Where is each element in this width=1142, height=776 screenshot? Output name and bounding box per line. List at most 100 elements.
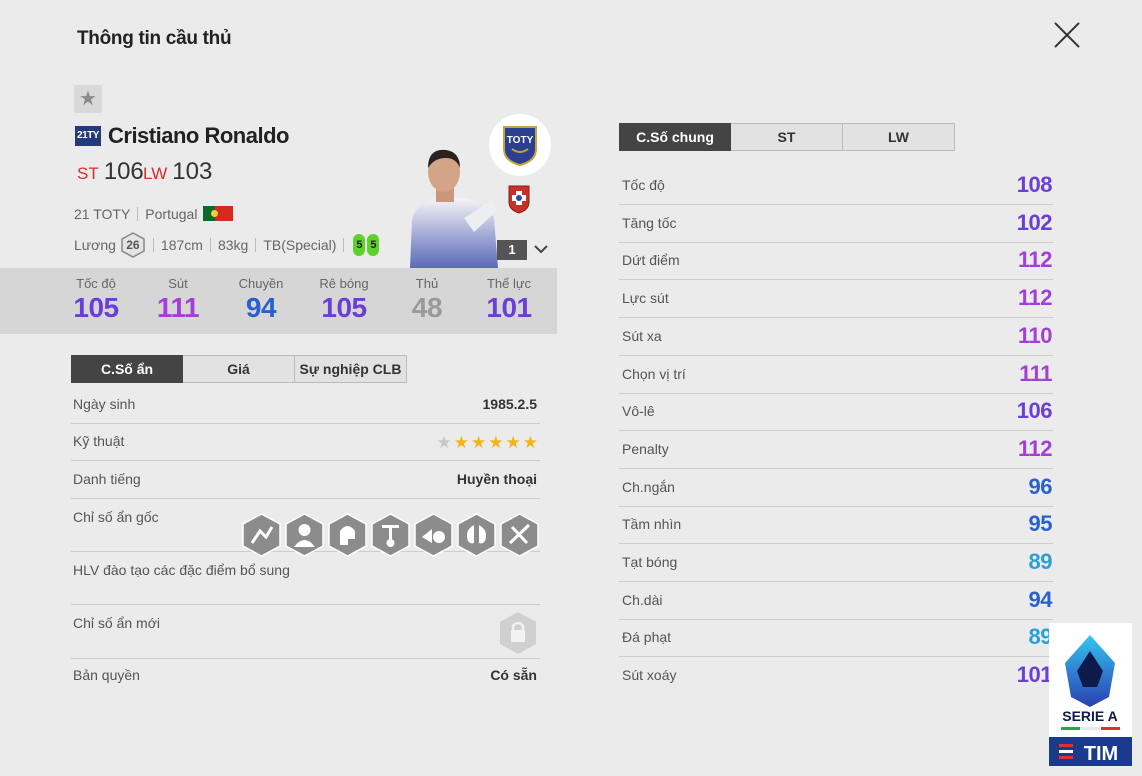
position-ovr: 103 — [172, 158, 213, 185]
detail-stat-value: 95 — [1028, 511, 1053, 536]
salary-label: Lương — [74, 237, 116, 253]
skill-label: Kỹ thuật — [73, 433, 125, 449]
star-icon: ★ — [436, 433, 452, 452]
detail-stat-value: 112 — [1018, 285, 1053, 310]
tab-price[interactable]: Giá — [183, 355, 295, 383]
portugal-federation-icon — [507, 184, 531, 214]
season-badge: 21TY — [75, 126, 101, 146]
detail-stat-row: Tốc độ 108 — [619, 167, 1053, 205]
detail-stat-value: 112 — [1018, 436, 1053, 461]
birthday-row: Ngày sinh 1985.2.5 — [71, 396, 540, 424]
tab-hidden-stats[interactable]: C.Số ẩn — [71, 355, 183, 383]
detail-stat-label: Sút xa — [622, 328, 662, 344]
svg-text:TOTY: TOTY — [507, 135, 534, 146]
fame-value: Huyền thoại — [456, 471, 537, 487]
position-label: ST — [77, 164, 99, 183]
enhance-level-badge[interactable]: 1 — [497, 240, 527, 260]
tab-position-st[interactable]: ST — [731, 123, 843, 151]
star-icon: ★ — [505, 433, 521, 452]
detail-stat-row: Tăng tốc 102 — [619, 205, 1053, 243]
birthday-value: 1985.2.5 — [482, 396, 538, 412]
flair-trait-icon[interactable] — [242, 513, 281, 557]
detail-stat-row: Tạt bóng 89 — [619, 544, 1053, 582]
traits-label: Chỉ số ẩn gốc — [73, 509, 159, 525]
tab-general-stats[interactable]: C.Số chung — [619, 123, 731, 151]
long-throw-trait-icon[interactable] — [500, 513, 539, 557]
target-man-trait-icon[interactable] — [371, 513, 410, 557]
leadership-trait-icon[interactable] — [285, 513, 324, 557]
traits-list — [242, 513, 539, 557]
player-photo — [402, 140, 502, 268]
detail-stat-value: 96 — [1028, 474, 1053, 499]
position-label: LW — [143, 164, 168, 183]
stamina-trait-icon[interactable] — [457, 513, 496, 557]
page-title: Thông tin cầu thủ — [77, 28, 232, 49]
detail-stat-label: Tạt bóng — [622, 554, 678, 570]
coach-traits-label: HLV đào tạo các đặc điểm bổ sung — [73, 562, 290, 578]
detail-stat-row: Penalty 112 — [619, 431, 1053, 469]
detail-stat-label: Lực sút — [622, 290, 669, 306]
serie-a-logo: SERIE A TIM — [1049, 623, 1132, 766]
new-traits-label: Chỉ số ẩn mới — [73, 615, 160, 631]
detail-stat-value: 112 — [1018, 247, 1053, 272]
player-name: Cristiano Ronaldo — [108, 123, 289, 148]
star-icon: ★ — [488, 433, 504, 452]
detail-stat-row: Dứt điểm 112 — [619, 242, 1053, 280]
detail-stat-label: Vô-lê — [622, 403, 655, 419]
detail-stat-label: Đá phạt — [622, 629, 672, 645]
salary-badge: 26 — [120, 232, 146, 258]
position-ovr: 106 — [103, 158, 144, 185]
favorite-star-icon[interactable]: ★ — [74, 85, 102, 113]
spartan-trait-icon[interactable] — [328, 513, 367, 557]
close-icon[interactable] — [1050, 18, 1084, 52]
toty-club-badge-icon: TOTY — [489, 114, 551, 176]
right-tab-bar: C.Số chung ST LW — [619, 123, 955, 151]
detail-stat-label: Chọn vị trí — [622, 366, 686, 382]
season-name: 21 TOTY — [74, 206, 131, 222]
detail-stat-label: Penalty — [622, 441, 669, 457]
detail-stat-value: 106 — [1016, 398, 1053, 423]
nation-name: Portugal — [145, 206, 198, 222]
star-icon: ★ — [471, 433, 487, 452]
chevron-down-icon[interactable] — [533, 241, 549, 257]
birthday-label: Ngày sinh — [73, 396, 136, 412]
summary-stat: Thủ 48 — [411, 276, 443, 323]
detail-stat-row: Chọn vị trí 111 — [619, 356, 1053, 394]
tab-position-lw[interactable]: LW — [843, 123, 955, 151]
detail-stat-label: Tốc độ — [622, 177, 665, 193]
detail-stat-value: 110 — [1018, 323, 1053, 348]
detail-stat-label: Tăng tốc — [622, 215, 677, 231]
new-traits-row: Chỉ số ẩn mới — [71, 612, 540, 659]
rights-row: Bản quyền Có sẵn — [71, 667, 540, 693]
detail-stat-label: Sút xoáy — [622, 667, 677, 683]
star-icon: ★ — [522, 433, 538, 452]
detail-stat-row: Vô-lê 106 — [619, 393, 1053, 431]
tab-club-career[interactable]: Sự nghiệp CLB — [295, 355, 407, 383]
rights-value: Có sẵn — [490, 667, 537, 683]
detail-stat-label: Ch.ngắn — [622, 479, 675, 495]
detail-stat-value: 108 — [1016, 172, 1053, 197]
power-header-trait-icon[interactable] — [414, 513, 453, 557]
detail-stat-row: Sút xoáy 101 — [619, 657, 1053, 695]
detail-stat-value: 102 — [1016, 210, 1053, 235]
position-rating-primary: ST 106 — [77, 158, 144, 186]
detail-stat-label: Dứt điểm — [622, 252, 680, 268]
detail-stat-value: 89 — [1028, 549, 1053, 574]
weight-value: 83kg — [217, 237, 249, 253]
fame-row: Danh tiếng Huyền thoại — [71, 471, 540, 499]
traits-row: Chỉ số ẩn gốc — [71, 509, 540, 557]
detail-stat-row: Lực sút 112 — [619, 280, 1053, 318]
detail-stat-row: Ch.ngắn 96 — [619, 469, 1053, 507]
star-icon: ★ — [453, 433, 469, 452]
detail-stat-label: Ch.dài — [622, 592, 663, 608]
position-rating-secondary: LW 103 — [143, 158, 212, 186]
height-value: 187cm — [160, 237, 203, 253]
summary-stat: Thể lực 101 — [486, 276, 532, 323]
lock-icon — [500, 612, 536, 654]
detail-stat-value: 94 — [1028, 587, 1053, 612]
summary-stat: Tốc độ 105 — [73, 276, 119, 323]
detail-stat-row: Sút xa 110 — [619, 318, 1053, 356]
summary-stat: Sút 111 — [156, 276, 200, 323]
rights-label: Bản quyền — [73, 667, 140, 683]
skill-row: Kỹ thuật ★ ★ ★ ★ ★ ★ — [71, 433, 540, 461]
